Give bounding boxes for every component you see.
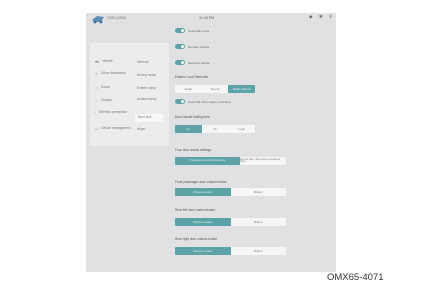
submenu-exterior-lamp[interactable]: Exterior lamp — [137, 86, 156, 91]
welcome-mode-row: Welcome Mode — [175, 60, 209, 65]
four-door-unlock-selector: Press twice to unlock all four doors Jus… — [175, 157, 286, 165]
car-icon: ⛟ — [95, 60, 100, 64]
sidebar-item-sound[interactable]: ◁ Sound — [95, 86, 110, 90]
reminder-option-flash-sound[interactable]: Flash+Sound — [228, 85, 255, 93]
sidebar-item-label: Device management — [101, 126, 131, 131]
speaker-icon: ◁ — [95, 86, 98, 90]
door-handle-option-2s[interactable]: 2s — [202, 125, 229, 133]
automatic-lock-row: Automatic Lock — [175, 28, 209, 33]
steering-icon: ◎ — [95, 72, 99, 76]
settings-screen: ODEL(ASIA) 11:48 PM ◆ ✱ ⚲ ⛟ Vehicle ◎ Dr… — [86, 13, 336, 272]
rear-left-selector: Press to open Button — [175, 218, 286, 226]
sidebar-item-label: Wireless connection — [98, 110, 128, 115]
figure-code: OMX65-4071 — [327, 272, 384, 283]
fold-mirror-toggle[interactable] — [175, 99, 185, 104]
device-icon: ▭ — [95, 127, 99, 131]
submenu-ambient-lamp[interactable]: Ambient lamp — [137, 97, 163, 102]
automatic-lock-toggle[interactable] — [175, 28, 185, 33]
door-handle-option-lock[interactable]: Lock — [228, 125, 255, 133]
sidebar-item-label: Sound — [100, 85, 110, 90]
rear-right-option-press[interactable]: Press to open — [175, 247, 231, 255]
rear-right-option-button[interactable]: Button — [231, 247, 287, 255]
sidebar-item-driver-assistance[interactable]: ◎ Driver Assistance — [95, 72, 131, 76]
sidebar-item-label: Vehicle — [102, 59, 113, 64]
fold-mirror-label: Auto fold mirror when unlocked — [188, 99, 231, 104]
door-handle-option-1s[interactable]: 1s — [175, 125, 202, 133]
rear-left-option-button[interactable]: Button — [231, 218, 287, 226]
rear-left-option-press[interactable]: Press to open — [175, 218, 231, 226]
sidebar-item-device-management[interactable]: ▭ Device management — [95, 127, 131, 131]
automatic-lock-label: Automatic Lock — [188, 28, 210, 33]
sidebar-item-label: Display — [101, 98, 112, 103]
remote-unlock-toggle[interactable] — [175, 44, 185, 49]
sun-icon: ☼ — [95, 99, 99, 103]
four-door-option-press-twice[interactable]: Press twice to unlock all four doors — [175, 157, 240, 165]
brand-logo — [92, 16, 104, 24]
sidebar-item-label: Driver Assistance — [101, 71, 126, 76]
welcome-mode-label: Welcome Mode — [188, 60, 210, 65]
submenu-general[interactable]: General — [137, 60, 148, 65]
four-door-option-one-door[interactable]: Just one door / short press to unlock al… — [240, 157, 286, 165]
front-passenger-selector: Press to open Button — [175, 188, 286, 196]
reminder-option-sound[interactable]: Sound — [202, 85, 229, 93]
front-passenger-option-press[interactable]: Press to open — [175, 188, 231, 196]
sidebar-item-wireless[interactable]: ⁄ Wireless connection — [95, 111, 131, 115]
reminder-option-flash[interactable]: Flash — [175, 85, 202, 93]
door-handle-selector: 1s 2s Lock — [175, 125, 255, 133]
exterior-lock-reminder-title: Exterior Lock Reminder — [175, 75, 209, 79]
door-handle-title: Door handle folding time — [175, 115, 210, 119]
sidebar-item-vehicle[interactable]: ⛟ Vehicle — [95, 60, 113, 64]
front-passenger-title: Front passenger door custom button — [175, 180, 227, 184]
sidebar-item-display[interactable]: ☼ Display — [95, 99, 112, 103]
brand-name: ODEL(ASIA) — [107, 16, 127, 20]
rear-left-title: Rear left door custom button — [175, 208, 216, 212]
submenu-driving-mode[interactable]: Driving mode — [137, 73, 156, 78]
exterior-lock-reminder-selector: Flash Sound Flash+Sound — [175, 85, 255, 93]
rear-right-selector: Press to open Button — [175, 247, 286, 255]
four-door-unlock-title: Four-door unlock settings — [175, 148, 211, 152]
submenu-wiper[interactable]: Wiper — [137, 127, 145, 132]
rear-right-title: Rear right door custom button — [175, 237, 218, 241]
remote-unlock-row: Remote Unlock — [175, 44, 209, 49]
sidebar: ⛟ Vehicle ◎ Driver Assistance ◁ Sound ☼ … — [90, 43, 169, 146]
remote-unlock-label: Remote Unlock — [188, 44, 210, 49]
fold-mirror-row: Auto fold mirror when unlocked — [175, 99, 231, 104]
door-lock-settings: Automatic Lock Remote Unlock Welcome Mod… — [175, 13, 335, 272]
welcome-mode-toggle[interactable] — [175, 60, 185, 65]
wireless-icon: ⁄ — [95, 111, 96, 115]
front-passenger-option-button[interactable]: Button — [231, 188, 287, 196]
submenu-door-lock[interactable]: Door lock — [135, 114, 163, 122]
